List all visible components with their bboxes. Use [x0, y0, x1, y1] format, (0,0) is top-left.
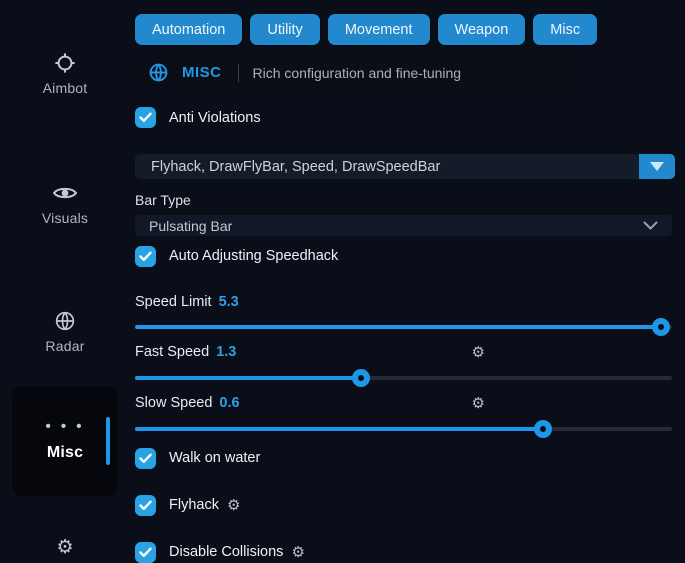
- section-title: MISC: [182, 64, 222, 81]
- bar-multi-select-open-button[interactable]: [639, 154, 675, 179]
- crosshair-icon: [54, 52, 76, 74]
- sidebar-item-settings[interactable]: ⚙ Settings: [12, 522, 118, 563]
- slider-fill: [135, 376, 361, 380]
- speed-limit-label-row: Speed Limit 5.3: [135, 294, 675, 310]
- eye-icon: [53, 182, 77, 204]
- triangle-down-icon: [650, 162, 664, 171]
- anti-violations-row: Anti Violations: [135, 107, 675, 128]
- active-indicator-bar: [106, 417, 110, 465]
- slider-fill: [135, 427, 543, 431]
- slow-speed-label: Slow Speed: [135, 395, 212, 411]
- disable-collisions-label: Disable Collisions ⚙: [169, 543, 305, 561]
- chevron-down-icon: [643, 221, 658, 230]
- divider: [238, 64, 239, 82]
- fast-speed-value: 1.3: [216, 344, 236, 360]
- main-content: Automation Utility Movement Weapon Misc …: [130, 0, 685, 563]
- walk-on-water-row: Walk on water: [135, 448, 675, 469]
- slow-speed-gear-icon[interactable]: ⚙: [472, 394, 485, 412]
- slow-speed-slider[interactable]: [135, 420, 672, 432]
- speed-limit-value: 5.3: [219, 294, 239, 310]
- sidebar-label-radar: Radar: [45, 338, 84, 354]
- ellipsis-icon: • • •: [45, 416, 84, 438]
- fast-speed-label-row: Fast Speed 1.3 ⚙: [135, 343, 675, 361]
- flyhack-checkbox[interactable]: [135, 495, 156, 516]
- bar-multi-select[interactable]: Flyhack, DrawFlyBar, Speed, DrawSpeedBar: [135, 154, 675, 179]
- fast-speed-gear-icon[interactable]: ⚙: [472, 343, 485, 361]
- disable-collisions-gear-icon[interactable]: ⚙: [291, 543, 304, 561]
- tab-movement[interactable]: Movement: [328, 14, 430, 45]
- sidebar: Aimbot Visuals Radar • • • Misc ⚙ Settin…: [0, 0, 130, 563]
- tab-utility[interactable]: Utility: [250, 14, 319, 45]
- slider-thumb[interactable]: [352, 369, 370, 387]
- disable-collisions-row: Disable Collisions ⚙: [135, 542, 675, 563]
- slider-thumb[interactable]: [652, 318, 670, 336]
- fast-speed-label: Fast Speed: [135, 344, 209, 360]
- walk-on-water-label: Walk on water: [169, 450, 260, 466]
- bar-type-label: Bar Type: [135, 192, 675, 208]
- section-subtitle: Rich configuration and fine-tuning: [253, 65, 462, 81]
- fast-speed-slider[interactable]: [135, 369, 672, 381]
- flyhack-label-text: Flyhack: [169, 497, 219, 513]
- gear-icon: ⚙: [56, 536, 73, 558]
- slider-thumb[interactable]: [534, 420, 552, 438]
- bar-type-value: Pulsating Bar: [149, 218, 232, 234]
- tab-misc[interactable]: Misc: [533, 14, 597, 45]
- auto-adjusting-label: Auto Adjusting Speedhack: [169, 248, 338, 264]
- sidebar-item-aimbot[interactable]: Aimbot: [12, 38, 118, 110]
- tab-weapon[interactable]: Weapon: [438, 14, 526, 45]
- tab-automation[interactable]: Automation: [135, 14, 242, 45]
- bar-multi-select-value: Flyhack, DrawFlyBar, Speed, DrawSpeedBar: [135, 154, 639, 179]
- anti-violations-label: Anti Violations: [169, 110, 261, 126]
- slider-fill: [135, 325, 661, 329]
- bar-type-select[interactable]: Pulsating Bar: [135, 215, 672, 236]
- speed-limit-slider[interactable]: [135, 318, 672, 330]
- flyhack-gear-icon[interactable]: ⚙: [227, 496, 240, 514]
- auto-adjusting-row: Auto Adjusting Speedhack: [135, 246, 675, 267]
- sidebar-item-radar[interactable]: Radar: [12, 296, 118, 368]
- disable-collisions-label-text: Disable Collisions: [169, 544, 283, 560]
- sidebar-label-misc: Misc: [47, 444, 83, 462]
- globe-icon: [55, 310, 75, 332]
- globe-icon: [149, 63, 168, 82]
- flyhack-row: Flyhack ⚙: [135, 495, 675, 516]
- speed-limit-label: Speed Limit: [135, 294, 212, 310]
- sidebar-item-misc[interactable]: • • • Misc: [12, 386, 118, 496]
- disable-collisions-checkbox[interactable]: [135, 542, 156, 563]
- sidebar-item-visuals[interactable]: Visuals: [12, 168, 118, 240]
- auto-adjusting-checkbox[interactable]: [135, 246, 156, 267]
- flyhack-label: Flyhack ⚙: [169, 496, 240, 514]
- section-header: MISC Rich configuration and fine-tuning: [135, 60, 575, 85]
- anti-violations-checkbox[interactable]: [135, 107, 156, 128]
- slow-speed-value: 0.6: [219, 395, 239, 411]
- sidebar-label-aimbot: Aimbot: [43, 80, 88, 96]
- slow-speed-label-row: Slow Speed 0.6 ⚙: [135, 394, 675, 412]
- category-tabs: Automation Utility Movement Weapon Misc: [135, 14, 675, 45]
- sidebar-label-visuals: Visuals: [42, 210, 88, 226]
- walk-on-water-checkbox[interactable]: [135, 448, 156, 469]
